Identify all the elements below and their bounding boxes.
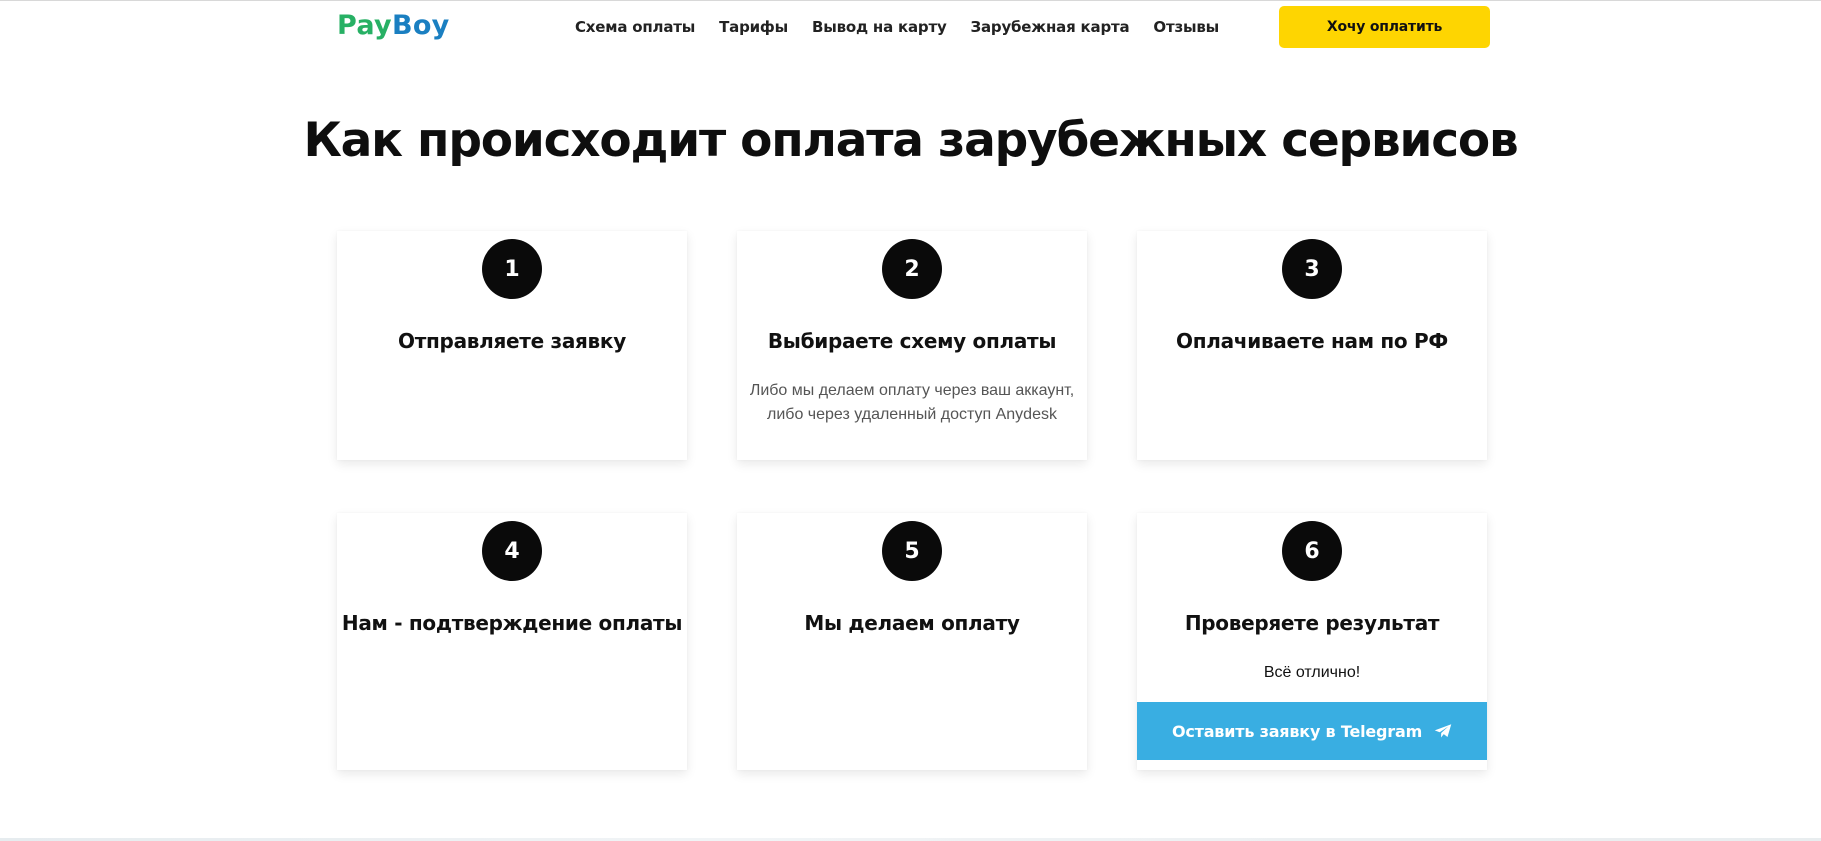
step-title: Отправляете заявку <box>398 329 626 353</box>
step-title: Нам - подтверждение оплаты <box>341 611 683 635</box>
step-number-circle: 4 <box>482 521 542 581</box>
step-title: Мы делаем оплату <box>804 611 1020 635</box>
nav-item-withdraw-to-card[interactable]: Вывод на карту <box>812 18 947 36</box>
logo-part-pay: Pay <box>337 10 392 41</box>
want-to-pay-button[interactable]: Хочу оплатить <box>1279 6 1490 48</box>
step-card-4: 4 Нам - подтверждение оплаты <box>337 513 687 770</box>
step-title: Проверяете результат <box>1184 611 1440 635</box>
step-number-circle: 1 <box>482 239 542 299</box>
nav-item-tariffs[interactable]: Тарифы <box>719 18 788 36</box>
step-number-circle: 6 <box>1282 521 1342 581</box>
page: PayBoy Схема оплаты Тарифы Вывод на карт… <box>0 0 1821 841</box>
nav-item-foreign-card[interactable]: Зарубежная карта <box>971 18 1130 36</box>
nav-item-payment-scheme[interactable]: Схема оплаты <box>575 18 695 36</box>
step-number-circle: 5 <box>882 521 942 581</box>
step-title: Выбираете схему оплаты <box>767 329 1057 353</box>
step-description-line: Либо мы делаем оплату через ваш аккаунт, <box>749 382 1075 399</box>
step-card-3: 3 Оплачиваете нам по РФ <box>1137 231 1487 460</box>
step-card-2: 2 Выбираете схему оплаты Либо мы делаем … <box>737 231 1087 460</box>
logo-part-boy: Boy <box>391 10 450 41</box>
step-number-circle: 2 <box>882 239 942 299</box>
step-description: Всё отлично! <box>1263 664 1361 681</box>
telegram-request-button[interactable]: Оставить заявку в Telegram <box>1137 702 1487 760</box>
step-card-5: 5 Мы делаем оплату <box>737 513 1087 770</box>
step-card-1: 1 Отправляете заявку <box>337 231 687 460</box>
page-title: Как происходит оплата зарубежных сервисо… <box>303 113 1518 168</box>
payboy-logo[interactable]: PayBoy <box>337 9 450 43</box>
step-description-line: либо через удаленный доступ Anydesk <box>767 406 1057 423</box>
main-nav: Схема оплаты Тарифы Вывод на карту Заруб… <box>575 1 1219 53</box>
telegram-button-label: Оставить заявку в Telegram <box>1171 721 1423 741</box>
step-number-circle: 3 <box>1282 239 1342 299</box>
step-title: Оплачиваете нам по РФ <box>1176 329 1448 353</box>
step-description: Либо мы делаем оплату через ваш аккаунт,… <box>737 379 1087 427</box>
site-header: PayBoy Схема оплаты Тарифы Вывод на карт… <box>337 1 1490 53</box>
step-card-6: 6 Проверяете результат Всё отлично! Оста… <box>1137 513 1487 770</box>
nav-item-reviews[interactable]: Отзывы <box>1153 18 1219 36</box>
paper-plane-icon <box>1434 723 1452 739</box>
